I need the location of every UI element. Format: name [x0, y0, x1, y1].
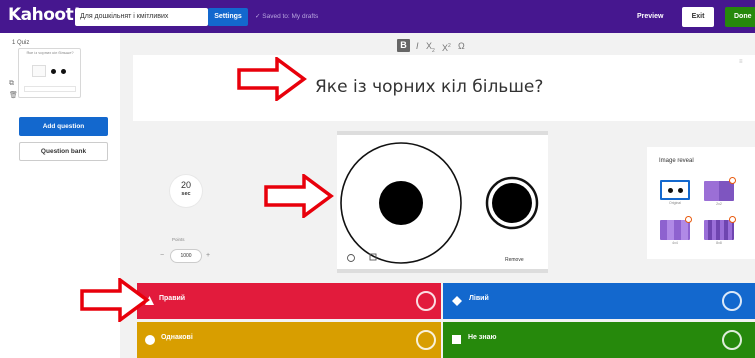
done-button[interactable]: Done — [725, 7, 755, 27]
reveal-original-dot-right — [678, 188, 683, 193]
question-text: Яке із чорних кіл більше? — [315, 77, 544, 97]
reveal-option-4x4-label: 4x4 — [672, 241, 678, 245]
reveal-option-8x8-label: 8x8 — [716, 241, 722, 245]
question-bank-button[interactable]: Question bank — [19, 142, 108, 161]
reveal-2x2-badge — [729, 177, 736, 184]
question-type-label: 1 Quiz — [12, 40, 30, 46]
question-box-handle-icon: ≡ — [739, 59, 743, 65]
bold-button[interactable]: B — [397, 39, 410, 52]
quiz-title-field[interactable]: Для дошкільнят і кмітливих — [75, 8, 208, 26]
thumbnail-image — [32, 65, 46, 77]
italic-button[interactable]: I — [416, 39, 419, 53]
reveal-option-4x4[interactable] — [660, 220, 690, 240]
reveal-option-original[interactable] — [660, 180, 690, 200]
circle-icon — [145, 335, 155, 345]
duplicate-icon[interactable]: ⧉ — [9, 80, 14, 88]
answer-3-correct-toggle[interactable] — [416, 330, 436, 350]
answer-2[interactable]: Лівий — [443, 283, 755, 319]
reveal-option-2x2[interactable] — [704, 181, 734, 201]
thumbnail-title: Яке із чорних кіл більше? — [26, 50, 74, 55]
superscript-mark: 2 — [448, 43, 451, 49]
reveal-option-2x2-label: 2x2 — [716, 202, 722, 206]
superscript-button[interactable]: X2 — [442, 39, 451, 55]
diamond-icon — [452, 296, 462, 306]
right-black-circle — [492, 183, 532, 223]
answer-3-label: Однакові — [161, 334, 193, 341]
time-limit-unit: sec — [181, 191, 191, 197]
answer-1-correct-toggle[interactable] — [416, 291, 436, 311]
thumbnail-dot-left — [51, 69, 56, 74]
reveal-original-dot-left — [668, 188, 673, 193]
remove-image-button[interactable]: Remove — [505, 257, 524, 263]
question-image — [340, 142, 539, 264]
subscript-mark: 2 — [432, 47, 435, 54]
exit-button[interactable]: Exit — [682, 7, 714, 27]
thumbnail-dot-right — [61, 69, 66, 74]
saved-status: ✓ Saved to: My drafts — [255, 13, 319, 20]
delete-icon[interactable]: 🗑 — [9, 91, 18, 99]
answer-1-label: Правий — [159, 295, 186, 302]
answer-2-label: Лівий — [469, 295, 489, 302]
reveal-4x4-badge — [685, 216, 692, 223]
annotation-arrow-answer — [80, 278, 150, 322]
answer-4-label: Не знаю — [468, 334, 497, 341]
points-field[interactable]: 1000 — [170, 249, 202, 263]
annotation-arrow-question — [237, 57, 307, 101]
reveal-option-original-label: Original — [668, 201, 682, 205]
image-reveal-label: Image reveal — [659, 158, 694, 164]
add-question-button[interactable]: Add question — [19, 117, 108, 136]
points-increase-button[interactable]: + — [206, 252, 210, 259]
reveal-8x8-badge — [729, 216, 736, 223]
answer-3[interactable]: Однакові — [137, 322, 441, 358]
answer-4-correct-toggle[interactable] — [722, 330, 742, 350]
answer-4[interactable]: Не знаю — [443, 322, 755, 358]
thumbnail-answer-lines — [24, 86, 76, 92]
answer-1[interactable]: Правий — [137, 283, 441, 319]
square-icon — [452, 335, 461, 344]
image-info-icon[interactable] — [347, 254, 355, 262]
settings-button[interactable]: Settings — [208, 8, 248, 26]
annotation-arrow-image — [264, 174, 334, 218]
reveal-option-8x8[interactable] — [704, 220, 734, 240]
points-decrease-button[interactable]: − — [160, 252, 164, 259]
special-character-button[interactable]: Ω — [458, 39, 465, 53]
format-toolbar: B I X2 X2 Ω — [397, 39, 487, 55]
points-label: Points — [172, 237, 185, 242]
preview-button[interactable]: Preview — [637, 9, 663, 25]
time-limit-value: 20 — [180, 180, 191, 190]
kahoot-logo[interactable]: Kahoot! — [8, 5, 81, 25]
left-black-circle — [379, 181, 423, 225]
answer-2-correct-toggle[interactable] — [722, 291, 742, 311]
